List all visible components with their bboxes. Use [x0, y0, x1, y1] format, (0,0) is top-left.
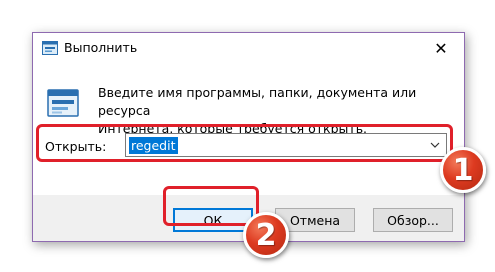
- window-title: Выполнить: [64, 40, 138, 55]
- run-app-icon: [47, 89, 79, 117]
- run-app-icon: [42, 41, 58, 55]
- title-bar[interactable]: Выполнить ✕: [33, 33, 464, 63]
- ok-button-highlight: [163, 186, 259, 226]
- step-1-badge: 1: [440, 147, 486, 193]
- open-field-highlight: [36, 124, 453, 162]
- step-2-badge: 2: [243, 212, 289, 258]
- browse-button[interactable]: Обзор...: [373, 208, 453, 232]
- close-icon: ✕: [434, 38, 448, 58]
- close-button[interactable]: ✕: [418, 33, 464, 63]
